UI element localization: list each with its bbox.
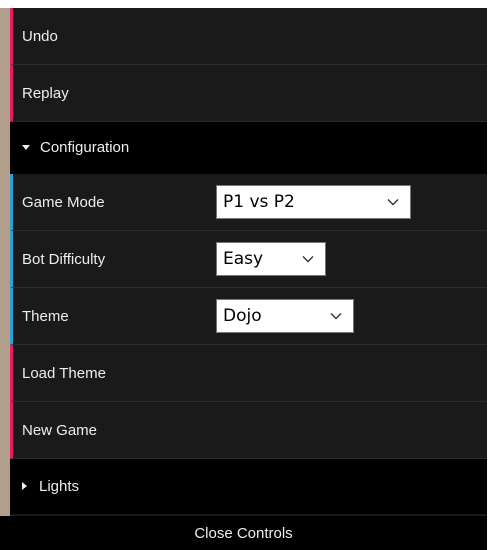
load-theme-label: Load Theme (22, 364, 106, 382)
new-game-label: New Game (22, 421, 98, 439)
caret-right-icon (22, 482, 27, 490)
configuration-title: Configuration (40, 139, 130, 156)
load-theme-button[interactable]: Load Theme (10, 345, 487, 402)
close-controls-button[interactable]: Close Controls (0, 516, 487, 550)
lights-title: Lights (39, 477, 80, 495)
configuration-folder-header[interactable]: Configuration (10, 122, 487, 174)
game-mode-label: Game Mode (22, 193, 105, 211)
lights-folder-header[interactable]: Lights (10, 459, 487, 514)
theme-value: Dojo (223, 306, 262, 326)
bot-difficulty-select[interactable]: Easy (216, 242, 326, 276)
theme-select[interactable]: Dojo (216, 299, 354, 333)
theme-label: Theme (22, 307, 69, 325)
chevron-down-icon (302, 256, 314, 263)
replay-label: Replay (22, 84, 69, 102)
replay-button[interactable]: Replay (10, 65, 487, 122)
game-mode-row: Game Mode P1 vs P2 (10, 174, 487, 231)
close-controls-label: Close Controls (194, 524, 293, 542)
new-game-button[interactable]: New Game (10, 402, 487, 459)
game-mode-value: P1 vs P2 (223, 192, 295, 212)
undo-label: Undo (22, 27, 58, 45)
undo-button[interactable]: Undo (10, 8, 487, 65)
chevron-down-icon (330, 313, 342, 320)
bot-difficulty-value: Easy (223, 249, 264, 269)
caret-down-icon (22, 145, 30, 150)
bot-difficulty-row: Bot Difficulty Easy (10, 231, 487, 288)
game-mode-select[interactable]: P1 vs P2 (216, 185, 411, 219)
bot-difficulty-label: Bot Difficulty (22, 250, 106, 268)
theme-row: Theme Dojo (10, 288, 487, 345)
panel-edge-strip (0, 8, 10, 550)
chevron-down-icon (387, 199, 399, 206)
